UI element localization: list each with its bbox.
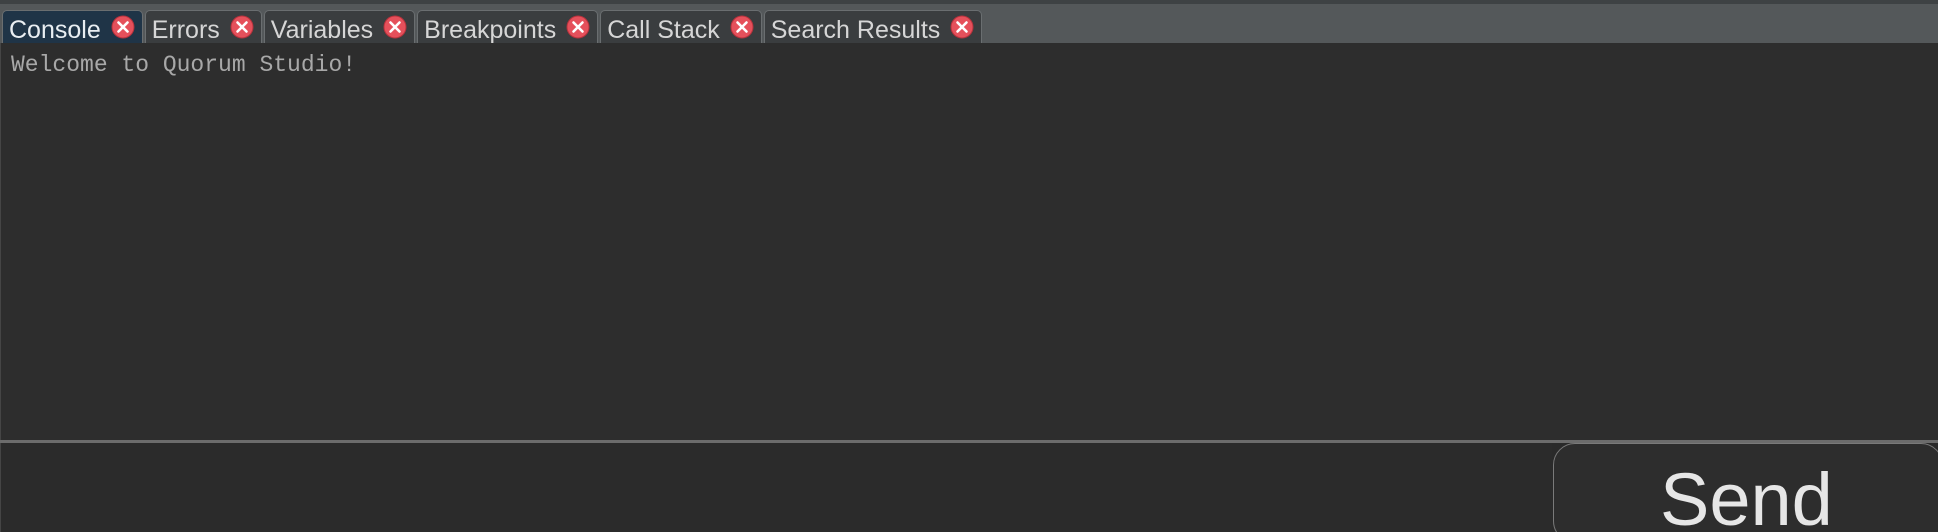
tab-label: Console (9, 16, 101, 44)
welcome-message: Welcome to Quorum Studio! (11, 52, 357, 78)
send-button[interactable]: Send (1553, 443, 1938, 532)
console-input-row: Send (0, 443, 1938, 532)
close-icon[interactable] (383, 15, 407, 39)
tab-errors[interactable]: Errors (144, 10, 262, 47)
console-input[interactable] (0, 443, 1552, 532)
tab-label: Errors (151, 16, 220, 44)
tab-label: Search Results (770, 16, 941, 44)
tab-label: Call Stack (607, 16, 720, 44)
console-panel: Console Errors Variables Breakpoints Cal… (0, 0, 1938, 532)
tab-label: Variables (270, 16, 374, 44)
tab-variables[interactable]: Variables (263, 10, 416, 47)
close-icon[interactable] (730, 15, 754, 39)
close-icon[interactable] (950, 15, 974, 39)
tab-call-stack[interactable]: Call Stack (600, 10, 762, 47)
close-icon[interactable] (111, 15, 135, 39)
tab-label: Breakpoints (424, 16, 557, 44)
tab-strip: Console Errors Variables Breakpoints Cal… (0, 0, 1938, 47)
close-icon[interactable] (566, 15, 590, 39)
tab-list: Console Errors Variables Breakpoints Cal… (2, 10, 984, 47)
tab-console[interactable]: Console (2, 10, 143, 47)
console-output[interactable]: Welcome to Quorum Studio! (0, 43, 1938, 440)
tab-breakpoints[interactable]: Breakpoints (417, 10, 599, 47)
tab-search-results[interactable]: Search Results (763, 10, 983, 47)
close-icon[interactable] (230, 15, 254, 39)
